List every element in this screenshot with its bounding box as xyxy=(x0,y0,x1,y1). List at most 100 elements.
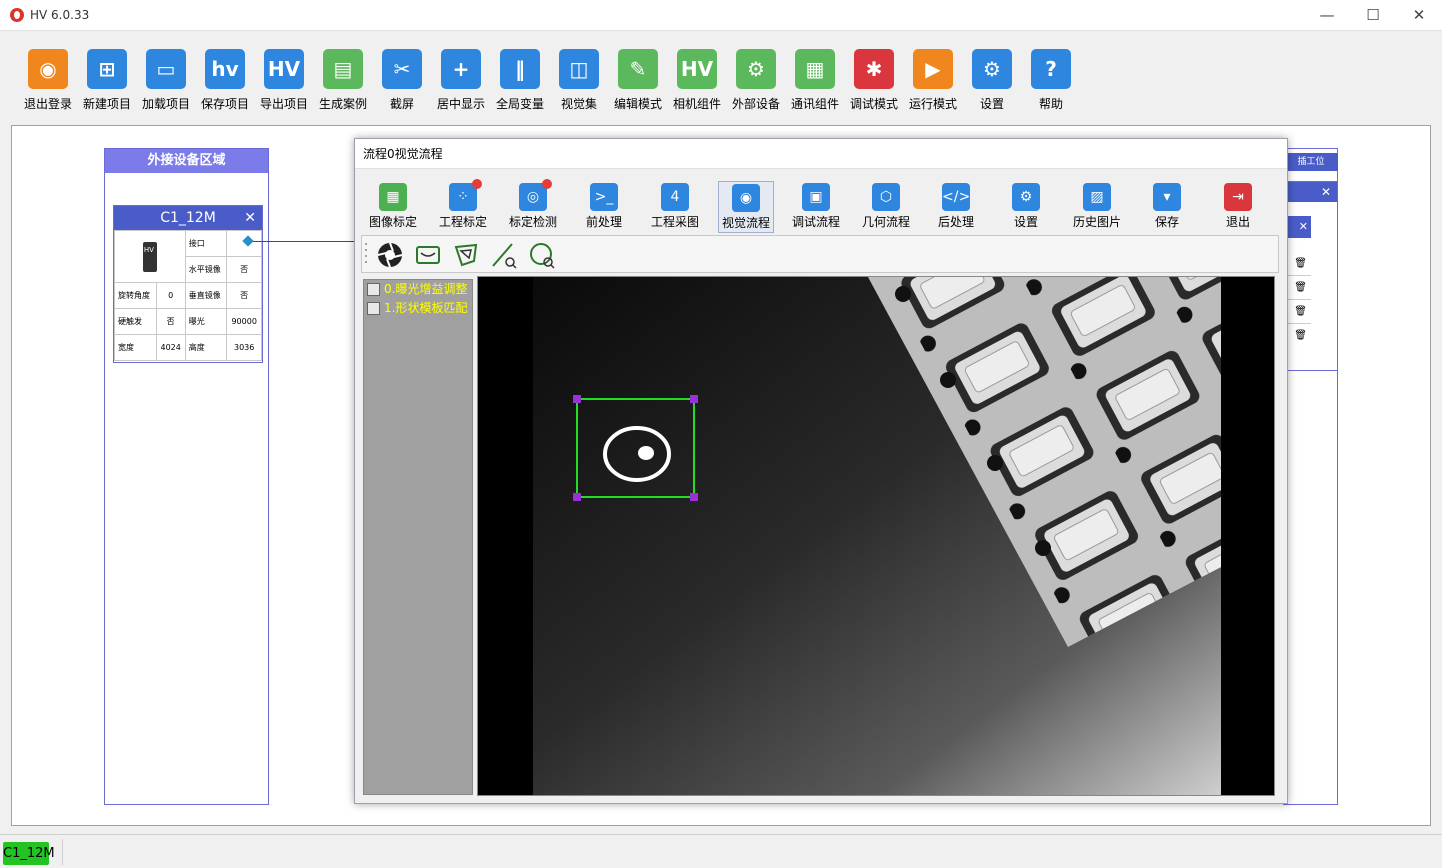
generate-case-icon: ▤ xyxy=(323,49,363,89)
vision-tab-8[interactable]: </> 后处理 xyxy=(928,181,984,233)
vision-tab-4[interactable]: 4 工程采图 xyxy=(647,181,703,233)
flow-step-exposure[interactable]: 0.曝光增益调整 xyxy=(364,280,472,299)
center-display-icon: + xyxy=(441,49,481,89)
toolbar-button-2[interactable]: ▭ 加载项目 xyxy=(138,47,194,113)
hmirror-value[interactable]: 否 xyxy=(226,256,262,283)
vision-tab-1[interactable]: ⁘ 工程标定 xyxy=(435,179,491,233)
delete-icon[interactable]: 🗑 xyxy=(1285,252,1311,276)
app-title: HV 6.0.33 xyxy=(30,8,90,22)
toolbar-button-4[interactable]: HV 导出项目 xyxy=(256,47,312,113)
station-tag[interactable]: 插工位 xyxy=(1284,153,1338,171)
external-device-panel-title: 外接设备区域 xyxy=(105,149,268,173)
close-window-button[interactable]: ✕ xyxy=(1396,0,1442,31)
status-divider xyxy=(62,839,63,865)
vision-tab-6[interactable]: ▣ 调试流程 xyxy=(788,181,844,233)
station-close-icon[interactable]: ✕ xyxy=(1321,185,1331,199)
toolbar-button-5[interactable]: ▤ 生成案例 xyxy=(315,47,371,113)
toolbar-button-11[interactable]: HV 相机组件 xyxy=(669,47,725,113)
history-image-icon: ▨ xyxy=(1083,183,1111,211)
toolbar-button-16[interactable]: ⚙ 设置 xyxy=(964,47,1020,113)
delete-icon[interactable]: 🗑 xyxy=(1285,324,1311,348)
help-icon: ? xyxy=(1031,49,1071,89)
debug-flow-icon: ▣ xyxy=(802,183,830,211)
vision-tab-11[interactable]: ▾ 保存 xyxy=(1139,181,1195,233)
aperture-icon[interactable] xyxy=(376,241,404,269)
width-value[interactable]: 4024 xyxy=(155,334,186,361)
toolbar-button-7[interactable]: + 居中显示 xyxy=(433,47,489,113)
toolbar-button-0[interactable]: ◉ 退出登录 xyxy=(20,47,76,113)
vision-tab-label: 后处理 xyxy=(937,215,974,229)
rotation-value[interactable]: 0 xyxy=(155,282,186,309)
toolbar-button-17[interactable]: ? 帮助 xyxy=(1023,47,1079,113)
rect-roi-icon[interactable] xyxy=(414,241,442,269)
flow-step-template-match[interactable]: 1.形状模板匹配 xyxy=(364,299,472,318)
notification-dot-icon xyxy=(542,179,552,189)
interface-label: 接口 xyxy=(184,230,228,257)
debug-bug-icon: ✱ xyxy=(854,49,894,89)
toolbar-button-15[interactable]: ▶ 运行模式 xyxy=(905,47,961,113)
camera-component-icon: HV xyxy=(677,49,717,89)
rotation-label: 旋转角度 xyxy=(114,282,157,309)
settings-gear-icon: ⚙ xyxy=(972,49,1012,89)
vision-tab-5[interactable]: ◉ 视觉流程 xyxy=(718,181,774,233)
vision-flow-window: 流程0视觉流程 ▦ 图像标定 ⁘ 工程标定 ◎ 标定检测 >_ 前处理 4 工程采图 ◉ 视觉流程 ▣ 调… xyxy=(354,138,1288,804)
delete-icon[interactable]: 🗑 xyxy=(1285,300,1311,324)
toolbar-button-13[interactable]: ▦ 通讯组件 xyxy=(787,47,843,113)
user-logout-icon: ◉ xyxy=(28,49,68,89)
maximize-button[interactable]: ☐ xyxy=(1350,0,1396,31)
template-step-icon xyxy=(367,302,380,315)
vision-flow-window-title: 流程0视觉流程 xyxy=(355,139,1287,169)
toolbar-button-9[interactable]: ◫ 视觉集 xyxy=(551,47,607,113)
roi-handle[interactable] xyxy=(690,395,698,403)
toolbar-button-12[interactable]: ⚙ 外部设备 xyxy=(728,47,784,113)
hwtrigger-value[interactable]: 否 xyxy=(155,308,186,335)
roi-handle[interactable] xyxy=(690,493,698,501)
camera-image-view[interactable] xyxy=(477,276,1275,796)
toolbar-button-3[interactable]: hv 保存项目 xyxy=(197,47,253,113)
vision-tab-label: 图像标定 xyxy=(368,215,417,229)
vision-tab-10[interactable]: ▨ 历史图片 xyxy=(1069,181,1125,233)
external-device-panel: 外接设备区域 C1_12M ✕ HV 接口 水平镜像 否 旋转角度 0 垂直镜像… xyxy=(104,148,269,805)
vision-tab-label: 保存 xyxy=(1154,215,1179,229)
vision-toolbar: ▦ 图像标定 ⁘ 工程标定 ◎ 标定检测 >_ 前处理 4 工程采图 ◉ 视觉流程 ▣ 调试流程 ⬡ 几何流程… xyxy=(355,175,1289,233)
minimize-button[interactable]: — xyxy=(1304,0,1350,31)
station-sub-close-icon[interactable]: ✕ xyxy=(1299,220,1308,233)
camera-thumbnail: HV xyxy=(114,230,186,283)
vmirror-value[interactable]: 否 xyxy=(226,282,262,309)
vision-tab-0[interactable]: ▦ 图像标定 xyxy=(365,181,421,233)
vision-tab-label: 工程标定 xyxy=(438,215,487,229)
camera-device-close-icon[interactable]: ✕ xyxy=(244,206,256,230)
line-search-icon[interactable] xyxy=(490,241,518,269)
station-card-header: ✕ xyxy=(1285,182,1337,202)
toolbar-button-14[interactable]: ✱ 调试模式 xyxy=(846,47,902,113)
toolbar-button-6[interactable]: ✂ 截屏 xyxy=(374,47,430,113)
vision-tab-7[interactable]: ⬡ 几何流程 xyxy=(858,181,914,233)
exposure-value[interactable]: 90000 xyxy=(226,308,262,335)
camera-status-badge[interactable]: C1_12M xyxy=(3,842,55,865)
flow-step-list: 0.曝光增益调整 1.形状模板匹配 xyxy=(363,279,473,795)
grip-handle-icon[interactable] xyxy=(364,240,368,270)
roi-handle[interactable] xyxy=(573,493,581,501)
new-project-icon: ⊞ xyxy=(87,49,127,89)
vision-tab-3[interactable]: >_ 前处理 xyxy=(576,181,632,233)
vmirror-label: 垂直镜像 xyxy=(184,282,228,309)
delete-icon[interactable]: 🗑 xyxy=(1285,276,1311,300)
vision-tab-2[interactable]: ◎ 标定检测 xyxy=(505,179,561,233)
communication-component-icon: ▦ xyxy=(795,49,835,89)
roi-handle[interactable] xyxy=(573,395,581,403)
toolbar-button-8[interactable]: ‖ 全局变量 xyxy=(492,47,548,113)
vision-tab-label: 前处理 xyxy=(585,215,622,229)
polygon-roi-icon[interactable] xyxy=(452,241,480,269)
vision-tab-12[interactable]: ⇥ 退出 xyxy=(1210,181,1266,233)
global-variable-icon: ‖ xyxy=(500,49,540,89)
camera-device-card[interactable]: C1_12M ✕ HV 接口 水平镜像 否 旋转角度 0 垂直镜像 否 硬触发 … xyxy=(113,205,263,363)
height-value[interactable]: 3036 xyxy=(226,334,262,361)
toolbar-button-10[interactable]: ✎ 编辑模式 xyxy=(610,47,666,113)
notification-dot-icon xyxy=(472,179,482,189)
toolbar-button-1[interactable]: ⊞ 新建项目 xyxy=(79,47,135,113)
vision-tab-label: 工程采图 xyxy=(650,215,699,229)
vision-tab-9[interactable]: ⚙ 设置 xyxy=(998,181,1054,233)
status-bar: C1_12M xyxy=(0,834,1442,868)
vision-set-icon: ◫ xyxy=(559,49,599,89)
circle-search-icon[interactable] xyxy=(528,241,556,269)
